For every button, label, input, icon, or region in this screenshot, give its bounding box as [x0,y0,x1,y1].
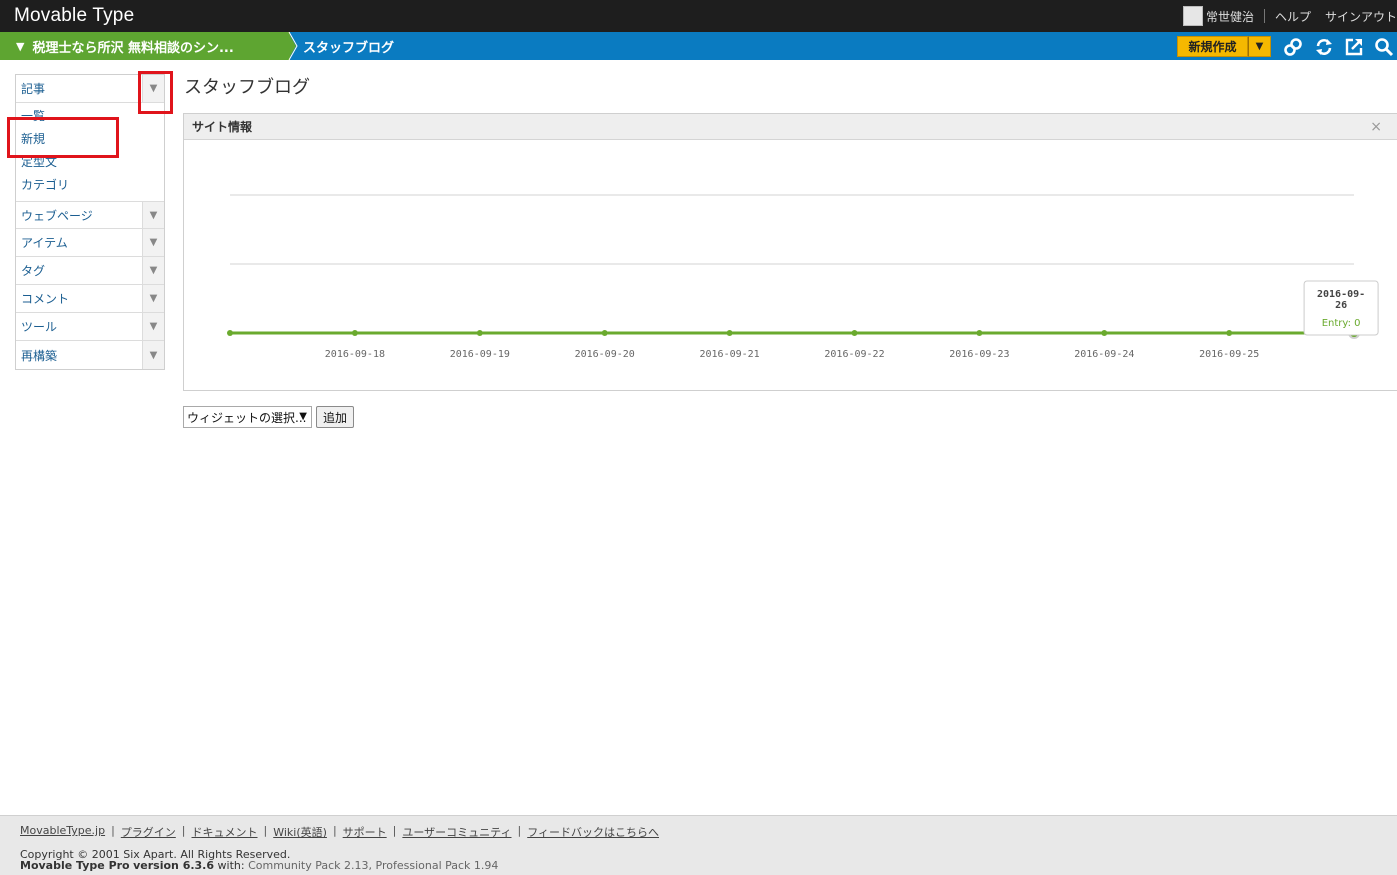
chart-tick-label: 2016-09-23 [949,349,1009,360]
footer-links: MovableType.jp | プラグイン | ドキュメント | Wiki(英… [20,824,659,840]
footer-link-plugins[interactable]: プラグイン [121,824,176,840]
search-icon[interactable] [1374,37,1394,57]
menu-rebuild-label[interactable]: 再構築 [21,347,57,364]
chart-tooltip-date: 26 [1335,300,1347,311]
menu-webpages-label[interactable]: ウェブページ [21,207,93,224]
external-view-icon[interactable] [1344,37,1364,57]
chart-tick-label: 2016-09-21 [699,349,759,360]
site-name: 税理士なら所沢 無料相談のシン... [32,40,234,56]
chart-point[interactable] [726,330,733,336]
menu-assets[interactable]: アイテム ▼ [16,229,164,257]
menu-tools-label[interactable]: ツール [21,318,57,335]
triangle-down-icon[interactable]: ▼ [142,229,164,256]
version-extensions: Community Pack 2.13, Professional Pack 1… [248,859,499,872]
menu-webpages[interactable]: ウェブページ ▼ [16,201,164,229]
version-number: version 6.3.6 [133,859,215,872]
link-icon[interactable] [1283,37,1303,57]
widget-header[interactable]: サイト情報 [184,114,1397,140]
blog-name[interactable]: スタッフブログ [303,32,394,60]
chart-tooltip-value: Entry: 0 [1322,318,1361,329]
footer-link-docs[interactable]: ドキュメント [192,824,258,840]
user-avatar[interactable] [1182,6,1203,26]
chart-tick-label: 2016-09-18 [325,349,385,360]
app-logo[interactable]: Movable Type [14,5,134,27]
top-bar: Movable Type 常世健治 ヘルプ サインアウト [0,0,1397,32]
menu-assets-label[interactable]: アイテム [21,234,68,251]
chart-point[interactable] [227,330,233,336]
widget-select-value: ウィジェットの選択... [187,410,307,425]
help-link[interactable]: ヘルプ [1275,8,1311,25]
add-widget-button[interactable]: 追加 [316,406,354,428]
menu-tags[interactable]: タグ ▼ [16,257,164,285]
widget-title: サイト情報 [192,120,253,134]
chart-tick-label: 2016-09-20 [575,349,635,360]
widget-select[interactable]: ウィジェットの選択... ▼ [183,406,312,428]
version-product: Movable Type Pro [20,859,130,872]
chart-point[interactable] [851,330,858,336]
site-switcher[interactable]: ▼ 税理士なら所沢 無料相談のシン... [0,32,290,60]
triangle-down-icon: ▼ [16,39,25,53]
new-create-button[interactable]: 新規作成 ▼ [1177,36,1271,57]
chart-tick-label: 2016-09-24 [1074,349,1134,360]
triangle-down-icon[interactable]: ▼ [142,257,164,284]
footer-link-movabletype[interactable]: MovableType.jp [20,824,105,840]
menu-tags-label[interactable]: タグ [21,262,45,279]
close-icon[interactable]: × [1370,119,1382,135]
footer-link-community[interactable]: ユーザーコミュニティ [402,824,511,840]
chart-point[interactable] [976,330,983,336]
menu-item-categories[interactable]: カテゴリ [21,174,164,197]
menu-comments-label[interactable]: コメント [21,290,69,307]
chart-point[interactable] [601,330,608,336]
version-info: Movable Type Pro version 6.3.6 with: Com… [20,859,498,872]
footer-link-feedback[interactable]: フィードバックはこちらへ [527,824,659,840]
refresh-icon[interactable] [1314,37,1334,57]
triangle-down-icon[interactable]: ▼ [142,341,164,369]
chart-point[interactable] [351,330,358,336]
page-title: スタッフブログ [184,77,310,98]
breadcrumb-separator [288,32,298,60]
footer-link-support[interactable]: サポート [343,824,387,840]
highlight-box-dropdown [138,71,173,114]
chart-point[interactable] [476,330,483,336]
signout-link[interactable]: サインアウト [1325,8,1397,25]
chart-tick-label: 2016-09-19 [450,349,510,360]
entries-chart: 2016-09-18 2016-09-19 2016-09-20 2016-09-21… [227,194,1379,360]
chart-point[interactable] [1226,330,1233,336]
triangle-down-icon[interactable]: ▼ [142,313,164,340]
version-with: with: [217,859,245,872]
chart-point[interactable] [1101,330,1108,336]
triangle-down-icon[interactable]: ▼ [142,202,164,228]
chart-tooltip-date: 2016-09- [1317,289,1365,300]
user-name[interactable]: 常世健治 [1206,8,1254,25]
site-info-widget: サイト情報 × 2016-09-18 2016-09-19 2016-09-20 20… [183,113,1397,391]
chevron-down-icon[interactable]: ▼ [1248,36,1271,57]
separator [1263,9,1265,23]
highlight-box-new [7,117,119,158]
chevron-down-icon: ▼ [299,411,307,422]
menu-rebuild[interactable]: 再構築 ▼ [16,341,164,369]
footer-link-wiki[interactable]: Wiki(英語) [273,824,327,840]
menu-entries-label[interactable]: 記事 [21,80,45,97]
menu-comments[interactable]: コメント ▼ [16,285,164,313]
footer: MovableType.jp | プラグイン | ドキュメント | Wiki(英… [0,815,1397,875]
chart-tick-label: 2016-09-25 [1199,349,1259,360]
chart-tick-label: 2016-09-22 [824,349,884,360]
user-area: 常世健治 ヘルプ サインアウト [1182,0,1397,32]
new-create-label[interactable]: 新規作成 [1177,36,1248,57]
menu-tools[interactable]: ツール ▼ [16,313,164,341]
triangle-down-icon[interactable]: ▼ [142,285,164,312]
context-nav-bar: ▼ 税理士なら所沢 無料相談のシン... スタッフブログ 新規作成 ▼ [0,32,1397,60]
